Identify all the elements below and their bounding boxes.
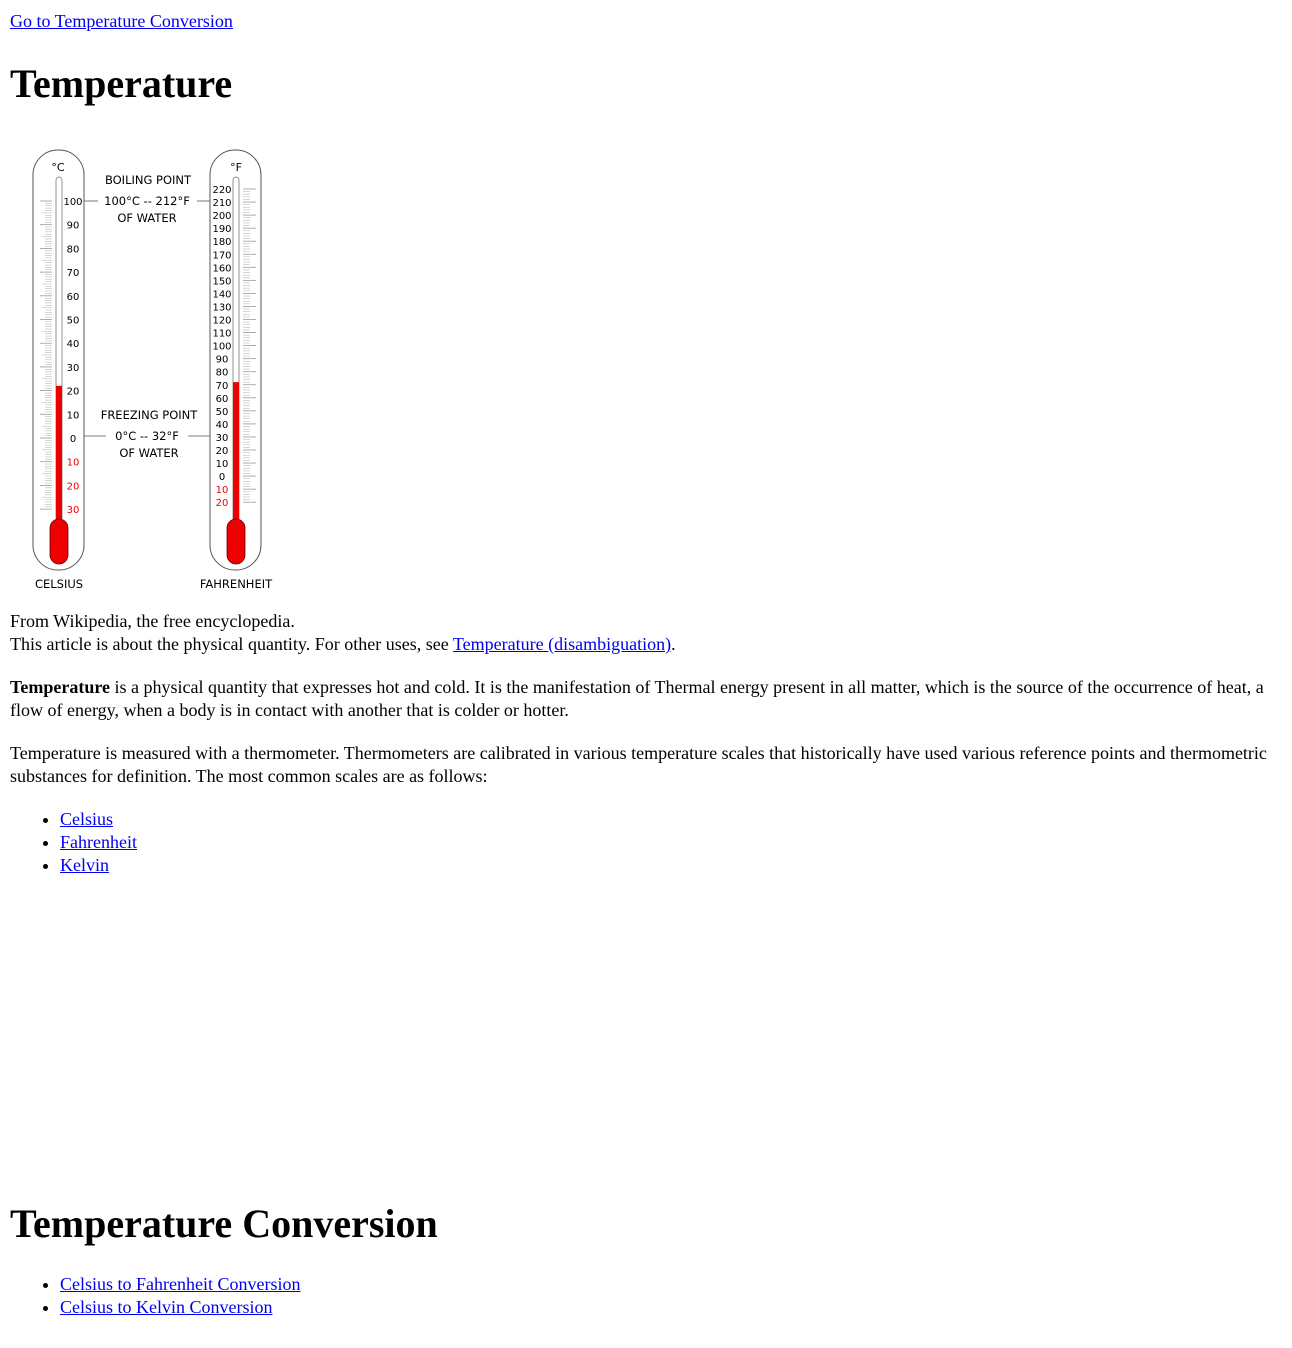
fahrenheit-tick-label: 170 xyxy=(212,250,231,261)
celsius-tick-label: 70 xyxy=(67,268,80,279)
fahrenheit-tick-label: 10 xyxy=(216,485,229,496)
fahrenheit-tick-label: 220 xyxy=(212,185,231,196)
celsius-tick-label: 100 xyxy=(63,197,82,208)
fahrenheit-tick-label: 60 xyxy=(216,394,229,405)
fahrenheit-tick-label: 90 xyxy=(216,355,229,366)
source-line: From Wikipedia, the free encyclopedia. xyxy=(10,611,295,631)
celsius-tick-label: 60 xyxy=(67,292,80,303)
fahrenheit-tick-label: 110 xyxy=(212,329,231,340)
celsius-link[interactable]: Celsius xyxy=(60,809,113,829)
list-item: Fahrenheit xyxy=(60,831,137,854)
fahrenheit-tick-label: 30 xyxy=(216,433,229,444)
celsius-tick-label: 50 xyxy=(67,316,80,327)
boiling-values: 100°C -- 212°F xyxy=(104,194,190,208)
list-item: Kelvin xyxy=(60,854,137,877)
celsius-tick-label: 10 xyxy=(67,410,80,421)
celsius-tick-label: 20 xyxy=(67,481,80,492)
celsius-tick-label: 30 xyxy=(67,505,80,516)
list-item: Celsius to Fahrenheit Conversion xyxy=(60,1273,300,1296)
fahrenheit-tick-label: 100 xyxy=(212,342,231,353)
fahrenheit-tick-label: 0 xyxy=(219,472,225,483)
fahrenheit-tick-label: 20 xyxy=(216,498,229,509)
measure-paragraph: Temperature is measured with a thermomet… xyxy=(10,743,1267,786)
source-paragraph: From Wikipedia, the free encyclopedia. T… xyxy=(10,610,1282,656)
intro-term: Temperature xyxy=(10,677,110,697)
intro-text: is a physical quantity that expresses ho… xyxy=(10,677,1264,720)
celsius-tick-label: 30 xyxy=(67,363,80,374)
kelvin-link[interactable]: Kelvin xyxy=(60,855,109,875)
fahrenheit-unit-label: °F xyxy=(230,161,242,174)
celsius-tick-label: 90 xyxy=(67,221,80,232)
conversion-heading: Temperature Conversion xyxy=(10,1201,438,1246)
fahrenheit-bulb xyxy=(226,518,246,565)
fahrenheit-tick-label: 50 xyxy=(216,407,229,418)
celsius-tick-label: 40 xyxy=(67,339,80,350)
about-text: This article is about the physical quant… xyxy=(10,634,453,654)
conversion-list: Celsius to Fahrenheit Conversion Celsius… xyxy=(10,1273,300,1319)
fahrenheit-tick-label: 20 xyxy=(216,446,229,457)
boiling-substance: OF WATER xyxy=(117,211,176,225)
fahrenheit-tick-label: 40 xyxy=(216,420,229,431)
freezing-values: 0°C -- 32°F xyxy=(115,429,179,443)
list-item: Celsius xyxy=(60,808,137,831)
fahrenheit-tick-label: 140 xyxy=(212,289,231,300)
page-title: Temperature xyxy=(10,61,233,106)
fahrenheit-tick-label: 200 xyxy=(212,211,231,222)
freezing-substance: OF WATER xyxy=(119,446,178,460)
celsius-tick-label: 0 xyxy=(70,434,76,445)
celsius-bulb xyxy=(49,518,69,565)
intro-paragraph: Temperature is a physical quantity that … xyxy=(10,676,1282,722)
fahrenheit-tick-label: 10 xyxy=(216,459,229,470)
fahrenheit-tick-label: 120 xyxy=(212,316,231,327)
celsius-tick-label: 80 xyxy=(67,244,80,255)
fahrenheit-caption: FAHRENHEIT xyxy=(200,577,273,591)
celsius-to-kelvin-link[interactable]: Celsius to Kelvin Conversion xyxy=(60,1297,273,1317)
celsius-tick-label: 10 xyxy=(67,458,80,469)
celsius-unit-label: °C xyxy=(51,161,65,174)
fahrenheit-tick-label: 190 xyxy=(212,224,231,235)
fahrenheit-tick-label: 180 xyxy=(212,237,231,248)
celsius-to-fahrenheit-link[interactable]: Celsius to Fahrenheit Conversion xyxy=(60,1274,300,1294)
scales-list: Celsius Fahrenheit Kelvin xyxy=(10,808,137,877)
fahrenheit-tick-label: 70 xyxy=(216,381,229,392)
boiling-label: BOILING POINT xyxy=(105,173,192,187)
fahrenheit-tick-label: 80 xyxy=(216,368,229,379)
fahrenheit-tick-label: 150 xyxy=(212,276,231,287)
fahrenheit-tick-label: 130 xyxy=(212,302,231,313)
fahrenheit-tick-label: 160 xyxy=(212,263,231,274)
celsius-caption: CELSIUS xyxy=(35,577,83,591)
celsius-tick-label: 20 xyxy=(67,387,80,398)
about-end: . xyxy=(671,634,676,654)
disambiguation-link[interactable]: Temperature (disambiguation) xyxy=(453,634,671,654)
freezing-label: FREEZING POINT xyxy=(101,408,199,422)
go-to-conversion-link[interactable]: Go to Temperature Conversion xyxy=(10,10,233,33)
thermometer-figure: °C °F 1009080706050403020100102030 22021… xyxy=(32,149,273,591)
fahrenheit-link[interactable]: Fahrenheit xyxy=(60,832,137,852)
fahrenheit-tick-label: 210 xyxy=(212,198,231,209)
list-item: Celsius to Kelvin Conversion xyxy=(60,1296,300,1319)
